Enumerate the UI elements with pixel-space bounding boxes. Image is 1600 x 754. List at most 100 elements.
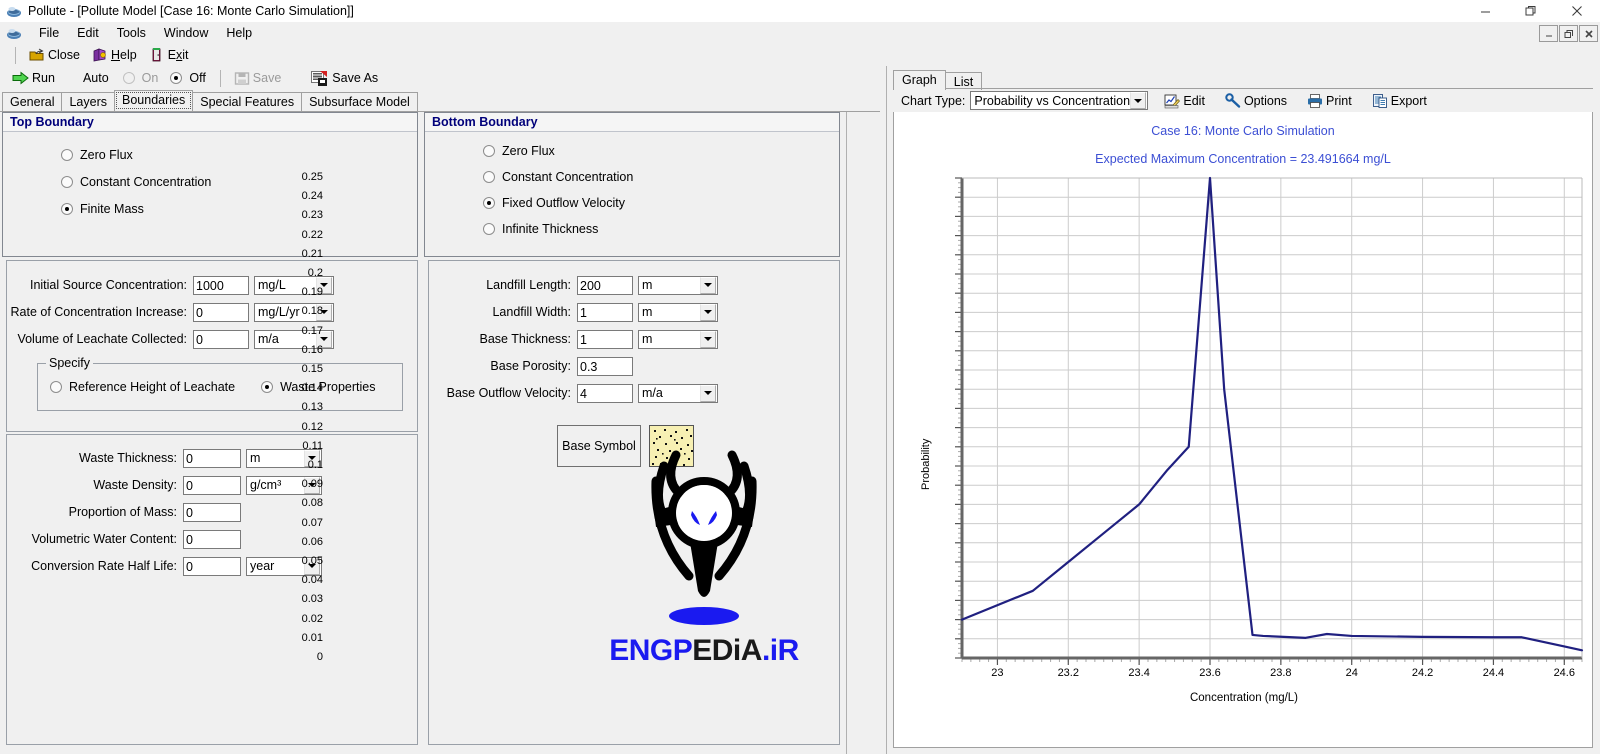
proportion-of-mass-input[interactable]: 0 xyxy=(183,502,241,522)
initial-source-concentration-input[interactable]: 1000 xyxy=(193,275,249,295)
top-boundary-option-label: Constant Concentration xyxy=(80,175,212,189)
exit-toolbar-button[interactable]: Exit xyxy=(143,46,195,64)
window-title: Pollute - [Pollute Model [Case 16: Monte… xyxy=(28,4,354,18)
field-label: Waste Density: xyxy=(93,478,177,492)
close-toolbar-button[interactable]: Close xyxy=(23,46,86,64)
tab-special-features[interactable]: Special Features xyxy=(192,92,303,111)
run-button[interactable]: Run xyxy=(6,70,61,86)
y-tick-label: 0.21 xyxy=(301,247,323,260)
chart-canvas: Case 16: Monte Carlo Simulation Expected… xyxy=(302,112,1593,748)
export-document-icon xyxy=(1372,93,1387,108)
plot-region: Probability 0 0.01 0.02 0.03 0.04 0.05 0.06 0.0… xyxy=(302,170,1592,746)
tab-layers[interactable]: Layers xyxy=(61,92,116,111)
y-tick-label: 0.07 xyxy=(301,516,323,529)
volume-of-leachate-collected-input[interactable]: 0 xyxy=(193,329,249,349)
spider-logo-icon xyxy=(651,450,757,625)
top-boundary-zero-flux-radio[interactable]: Zero Flux xyxy=(61,148,417,162)
bottom-boundary-fields-panel: Landfill Length: 200 m Landfill Width: 1… xyxy=(428,260,840,745)
auto-on-radio[interactable]: On xyxy=(122,71,158,85)
field-label: Landfill Width: xyxy=(492,305,571,319)
bottom-boundary-zero-flux-radio[interactable]: Zero Flux xyxy=(483,144,839,158)
auto-off-radio[interactable]: Off xyxy=(170,71,206,85)
y-tick-label: 0.13 xyxy=(301,401,323,414)
top-boundary-constant-concentration-radio[interactable]: Constant Concentration xyxy=(61,175,417,189)
conversion-rate-half-life-input[interactable]: 0 xyxy=(183,556,241,576)
combo-value: year xyxy=(250,559,275,573)
waste-properties-panel: Waste Thickness: 0 m Waste Density: 0 g/… xyxy=(6,434,418,745)
field-label: Base Porosity: xyxy=(490,359,571,373)
run-arrow-icon xyxy=(12,71,29,85)
base-outflow-velocity-unit-select[interactable]: m/a xyxy=(638,383,718,403)
chart-options-button[interactable]: Options xyxy=(1219,92,1293,110)
waste-density-input[interactable]: 0 xyxy=(183,475,241,495)
base-thickness-input[interactable]: 1 xyxy=(577,329,633,349)
bottom-boundary-panel: Bottom Boundary Zero Flux Constant Conce… xyxy=(424,112,840,257)
chart-export-label: Export xyxy=(1390,93,1427,108)
toolbar-separator xyxy=(15,46,16,64)
volumetric-water-content-input[interactable]: 0 xyxy=(183,529,241,549)
y-tick-label: 0 xyxy=(316,651,323,663)
radio-icon xyxy=(170,72,183,84)
tab-graph[interactable]: Graph xyxy=(893,70,946,90)
help-toolbar-label: Help xyxy=(110,48,137,62)
tab-subsurface-model[interactable]: Subsurface Model xyxy=(301,92,418,111)
help-toolbar-button[interactable]: Help xyxy=(86,46,143,64)
plot-svg xyxy=(955,176,1584,665)
minimize-button[interactable] xyxy=(1462,0,1508,22)
proportion-of-mass-row: Proportion of Mass: 0 xyxy=(7,502,417,522)
chart-edit-button[interactable]: Edit xyxy=(1158,92,1211,110)
save-disk-icon xyxy=(234,71,249,85)
landfill-width-unit-select[interactable]: m xyxy=(638,302,718,322)
maximize-restore-button[interactable] xyxy=(1508,0,1554,22)
menu-file[interactable]: File xyxy=(30,24,68,42)
specify-legend: Specify xyxy=(46,356,93,370)
engpedia-wordmark: ENGPEDiA.iR xyxy=(579,636,829,666)
mdi-restore-button[interactable] xyxy=(1559,25,1578,42)
landfill-length-unit-select[interactable]: m xyxy=(638,275,718,295)
rate-of-concentration-increase-input[interactable]: 0 xyxy=(193,302,249,322)
y-tick-label: 0.03 xyxy=(301,593,323,606)
bottom-boundary-infinite-thickness-radio[interactable]: Infinite Thickness xyxy=(483,222,839,236)
volumetric-water-content-row: Volumetric Water Content: 0 xyxy=(7,529,417,549)
waste-thickness-input[interactable]: 0 xyxy=(183,448,241,468)
field-label: Waste Thickness: xyxy=(79,451,177,465)
chart-type-select[interactable]: Probability vs Concentration xyxy=(970,91,1149,110)
landfill-length-input[interactable]: 200 xyxy=(577,275,633,295)
bottom-boundary-fixed-outflow-velocity-radio[interactable]: Fixed Outflow Velocity xyxy=(483,196,839,210)
menu-help[interactable]: Help xyxy=(217,24,261,42)
specify-reference-height-radio[interactable]: Reference Height of Leachate xyxy=(50,380,235,394)
top-boundary-option-label: Zero Flux xyxy=(80,148,133,162)
menu-tools[interactable]: Tools xyxy=(108,24,155,42)
top-boundary-header: Top Boundary xyxy=(3,113,417,132)
chart-tab-strip: Graph List xyxy=(893,70,983,90)
menu-edit[interactable]: Edit xyxy=(68,24,108,42)
save-as-button[interactable]: Save As xyxy=(305,70,384,87)
mdi-close-button[interactable] xyxy=(1579,25,1598,42)
chevron-down-icon xyxy=(700,303,716,321)
top-boundary-panel: Top Boundary Zero Flux Constant Concentr… xyxy=(2,112,418,257)
landfill-width-row: Landfill Width: 1 m xyxy=(429,302,839,322)
bottom-boundary-constant-concentration-radio[interactable]: Constant Concentration xyxy=(483,170,839,184)
field-label: Landfill Length: xyxy=(486,278,571,292)
landfill-width-input[interactable]: 1 xyxy=(577,302,633,322)
mdi-minimize-button[interactable] xyxy=(1539,25,1558,42)
y-tick-label: 0.04 xyxy=(301,574,323,587)
help-book-icon xyxy=(93,48,106,62)
chart-print-label: Print xyxy=(1326,93,1352,108)
close-button[interactable] xyxy=(1554,0,1600,22)
title-bar: Pollute - [Pollute Model [Case 16: Monte… xyxy=(0,0,1600,22)
chart-export-button[interactable]: Export xyxy=(1366,92,1433,110)
menu-window[interactable]: Window xyxy=(155,24,217,42)
tab-general[interactable]: General xyxy=(2,92,63,111)
chart-print-button[interactable]: Print xyxy=(1301,92,1358,110)
radio-icon xyxy=(483,197,495,209)
y-tick-label: 0.08 xyxy=(301,497,323,510)
base-porosity-input[interactable]: 0.3 xyxy=(577,356,633,376)
y-tick-label: 0.17 xyxy=(301,324,323,337)
base-thickness-unit-select[interactable]: m xyxy=(638,329,718,349)
chart-edit-label: Edit xyxy=(1183,93,1205,108)
save-button: Save xyxy=(228,70,288,87)
tab-boundaries[interactable]: Boundaries xyxy=(114,90,194,111)
top-boundary-finite-mass-radio[interactable]: Finite Mass xyxy=(61,202,417,216)
base-outflow-velocity-input[interactable]: 4 xyxy=(577,383,633,403)
